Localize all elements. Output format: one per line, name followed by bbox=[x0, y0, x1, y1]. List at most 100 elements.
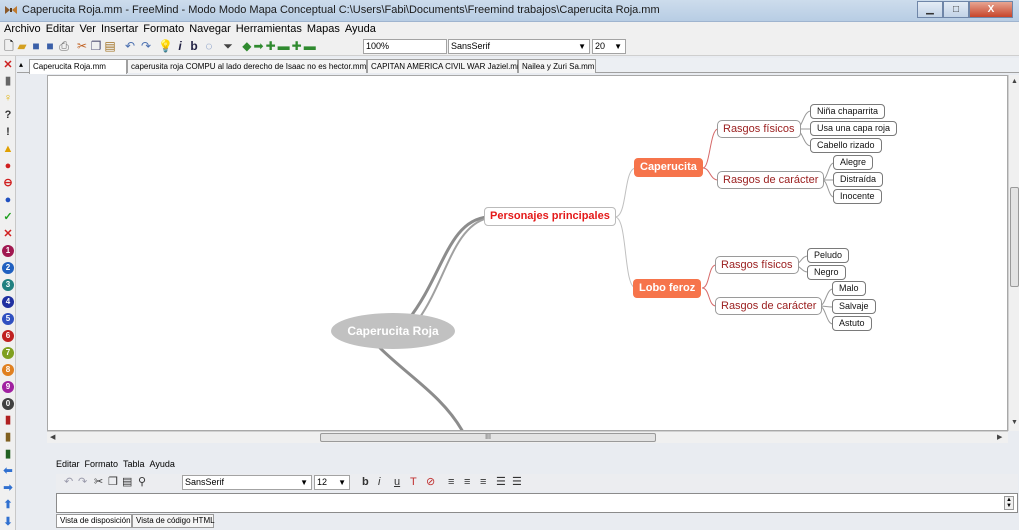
editor-italic-icon[interactable]: i bbox=[378, 475, 380, 490]
editor-font-size-select[interactable]: 12 ▼ bbox=[314, 475, 350, 490]
priority-8-icon[interactable]: 8 bbox=[2, 364, 14, 376]
cloud-icon[interactable]: ◌ bbox=[203, 39, 215, 54]
cut-icon[interactable]: ✂ bbox=[76, 39, 88, 54]
editor-spinner-icon[interactable]: ▲ ▼ bbox=[1004, 496, 1014, 510]
editor-menu-tabla[interactable]: Tabla bbox=[123, 458, 145, 470]
tab-html-code-view[interactable]: Vista de código HTML bbox=[132, 514, 215, 528]
check-icon[interactable]: ✓ bbox=[2, 211, 14, 223]
menu-editar[interactable]: Editar bbox=[46, 22, 75, 37]
leaf-node[interactable]: Peludo bbox=[807, 248, 850, 263]
italic-icon[interactable]: i bbox=[174, 39, 186, 54]
save-as-icon[interactable]: ■ bbox=[44, 39, 56, 54]
menu-ayuda[interactable]: Ayuda bbox=[345, 22, 376, 37]
menu-formato[interactable]: Formato bbox=[143, 22, 184, 37]
maximize-button[interactable]: □ bbox=[943, 1, 969, 18]
leaf-node[interactable]: Cabello rizado bbox=[810, 138, 882, 153]
leaf-node[interactable]: Inocente bbox=[833, 189, 882, 204]
priority-0-icon[interactable]: 0 bbox=[2, 398, 14, 410]
editor-bold-icon[interactable]: b bbox=[362, 475, 369, 490]
question-icon[interactable]: ? bbox=[2, 109, 14, 121]
editor-undo-icon[interactable]: ↶ bbox=[64, 475, 73, 490]
editor-copy-icon[interactable]: ❐ bbox=[108, 475, 118, 490]
note-editor[interactable]: ▲ ▼ bbox=[56, 493, 1018, 513]
leaf-node[interactable]: Alegre bbox=[833, 155, 874, 170]
open-icon[interactable]: ▰ bbox=[16, 39, 28, 54]
priority-4-icon[interactable]: 4 bbox=[2, 296, 14, 308]
vertical-scrollbar[interactable]: ▲ ▼ bbox=[1008, 75, 1019, 431]
flag-red-icon[interactable]: ▮ bbox=[2, 414, 14, 426]
undo-icon[interactable]: ↶ bbox=[124, 39, 136, 54]
menu-navegar[interactable]: Navegar bbox=[189, 22, 231, 37]
print-icon[interactable]: ⎙ bbox=[58, 39, 70, 54]
menu-insertar[interactable]: Insertar bbox=[101, 22, 138, 37]
idea-icon[interactable]: 💡 bbox=[158, 39, 173, 54]
stop-icon[interactable]: ● bbox=[2, 160, 14, 172]
paste-icon[interactable]: ▤ bbox=[104, 39, 116, 54]
leaf-node[interactable]: Niña chaparrita bbox=[810, 104, 886, 119]
bold-icon[interactable]: b bbox=[188, 39, 200, 54]
priority-7-icon[interactable]: 7 bbox=[2, 347, 14, 359]
arrow-left-icon[interactable]: ⬅ bbox=[2, 465, 14, 477]
character-node-caperucita[interactable]: Caperucita bbox=[634, 158, 703, 177]
no-entry-icon[interactable]: ⊖ bbox=[2, 177, 14, 189]
zoom-select[interactable]: 100% bbox=[363, 39, 447, 54]
menu-mapas[interactable]: Mapas bbox=[307, 22, 340, 37]
tab-caperusita-compu[interactable]: caperusita roja COMPU al lado derecho de… bbox=[127, 59, 367, 73]
idea-icon[interactable]: ♀ bbox=[2, 92, 14, 104]
filter-icon[interactable]: ⏷ bbox=[222, 39, 234, 54]
copy-icon[interactable]: ❐ bbox=[90, 39, 102, 54]
character-node-lobo-feroz[interactable]: Lobo feroz bbox=[633, 279, 702, 298]
priority-1-icon[interactable]: 1 bbox=[2, 245, 14, 257]
info-icon[interactable]: ● bbox=[2, 194, 14, 206]
minimize-button[interactable]: ▁ bbox=[917, 1, 943, 18]
editor-cut-icon[interactable]: ✂ bbox=[94, 475, 103, 490]
priority-3-icon[interactable]: 3 bbox=[2, 279, 14, 291]
editor-find-icon[interactable]: ⚲ bbox=[138, 475, 146, 490]
horizontal-scroll-thumb[interactable]: III bbox=[320, 433, 656, 442]
arrow-down-icon[interactable]: ⬇ bbox=[2, 516, 14, 528]
leaf-node[interactable]: Usa una capa roja bbox=[810, 121, 898, 136]
editor-menu-formato[interactable]: Formato bbox=[85, 458, 119, 470]
align-right-icon[interactable]: ≡ bbox=[480, 475, 486, 490]
leaf-node[interactable]: Salvaje bbox=[832, 299, 876, 314]
editor-color-icon[interactable]: T bbox=[410, 475, 417, 490]
tab-caperucita-roja[interactable]: Caperucita Roja.mm bbox=[29, 59, 127, 74]
numbered-list-icon[interactable]: ☰ bbox=[512, 475, 522, 490]
tab-layout-view[interactable]: Vista de disposición bbox=[56, 514, 132, 528]
redo-icon[interactable]: ↷ bbox=[140, 39, 152, 54]
mind-map-canvas[interactable]: Caperucita Roja Personajes principales C… bbox=[47, 75, 1008, 431]
trash-icon[interactable]: ▮ bbox=[2, 75, 14, 87]
warning-icon[interactable]: ▲ bbox=[2, 143, 14, 155]
menu-archivo[interactable]: Archivo bbox=[4, 22, 41, 37]
group-node-lobo-caracter[interactable]: Rasgos de carácter bbox=[715, 297, 823, 315]
leaf-node[interactable]: Malo bbox=[832, 281, 866, 296]
navigate-arrows-icon[interactable]: ◆➡✚▬✚▬ bbox=[240, 39, 320, 54]
cross-icon[interactable]: ✕ bbox=[2, 228, 14, 240]
leaf-node[interactable]: Distraída bbox=[833, 172, 884, 187]
scroll-right-icon[interactable]: ▶ bbox=[997, 433, 1002, 441]
editor-paste-icon[interactable]: ▤ bbox=[122, 475, 132, 490]
group-node-caperucita-fisicos[interactable]: Rasgos físicos bbox=[717, 120, 801, 138]
arrow-right-icon[interactable]: ➡ bbox=[2, 482, 14, 494]
scroll-up-icon[interactable]: ▲ bbox=[1011, 78, 1018, 85]
bullet-list-icon[interactable]: ☰ bbox=[496, 475, 506, 490]
font-family-select[interactable]: SansSerif ▼ bbox=[448, 39, 590, 54]
root-node[interactable]: Caperucita Roja bbox=[331, 313, 455, 349]
priority-9-icon[interactable]: 9 bbox=[2, 381, 14, 393]
close-button[interactable]: X bbox=[969, 1, 1013, 18]
editor-menu-ayuda[interactable]: Ayuda bbox=[150, 458, 175, 470]
align-center-icon[interactable]: ≡ bbox=[464, 475, 470, 490]
editor-underline-icon[interactable]: u bbox=[394, 475, 400, 490]
leaf-node[interactable]: Astuto bbox=[832, 316, 872, 331]
editor-menu-editar[interactable]: Editar bbox=[56, 458, 80, 470]
new-icon[interactable]: 🗋 bbox=[3, 39, 15, 54]
font-size-select[interactable]: 20 ▼ bbox=[592, 39, 626, 54]
vertical-scroll-thumb[interactable] bbox=[1010, 187, 1019, 287]
arrow-up-icon[interactable]: ⬆ bbox=[2, 499, 14, 511]
menu-herramientas[interactable]: Herramientas bbox=[236, 22, 302, 37]
tab-nailea-zuri[interactable]: Nailea y Zuri Sa.mm bbox=[518, 59, 596, 73]
save-icon[interactable]: ■ bbox=[30, 39, 42, 54]
exclamation-icon[interactable]: ! bbox=[2, 126, 14, 138]
flag-orange-icon[interactable]: ▮ bbox=[2, 431, 14, 443]
menu-ver[interactable]: Ver bbox=[79, 22, 96, 37]
